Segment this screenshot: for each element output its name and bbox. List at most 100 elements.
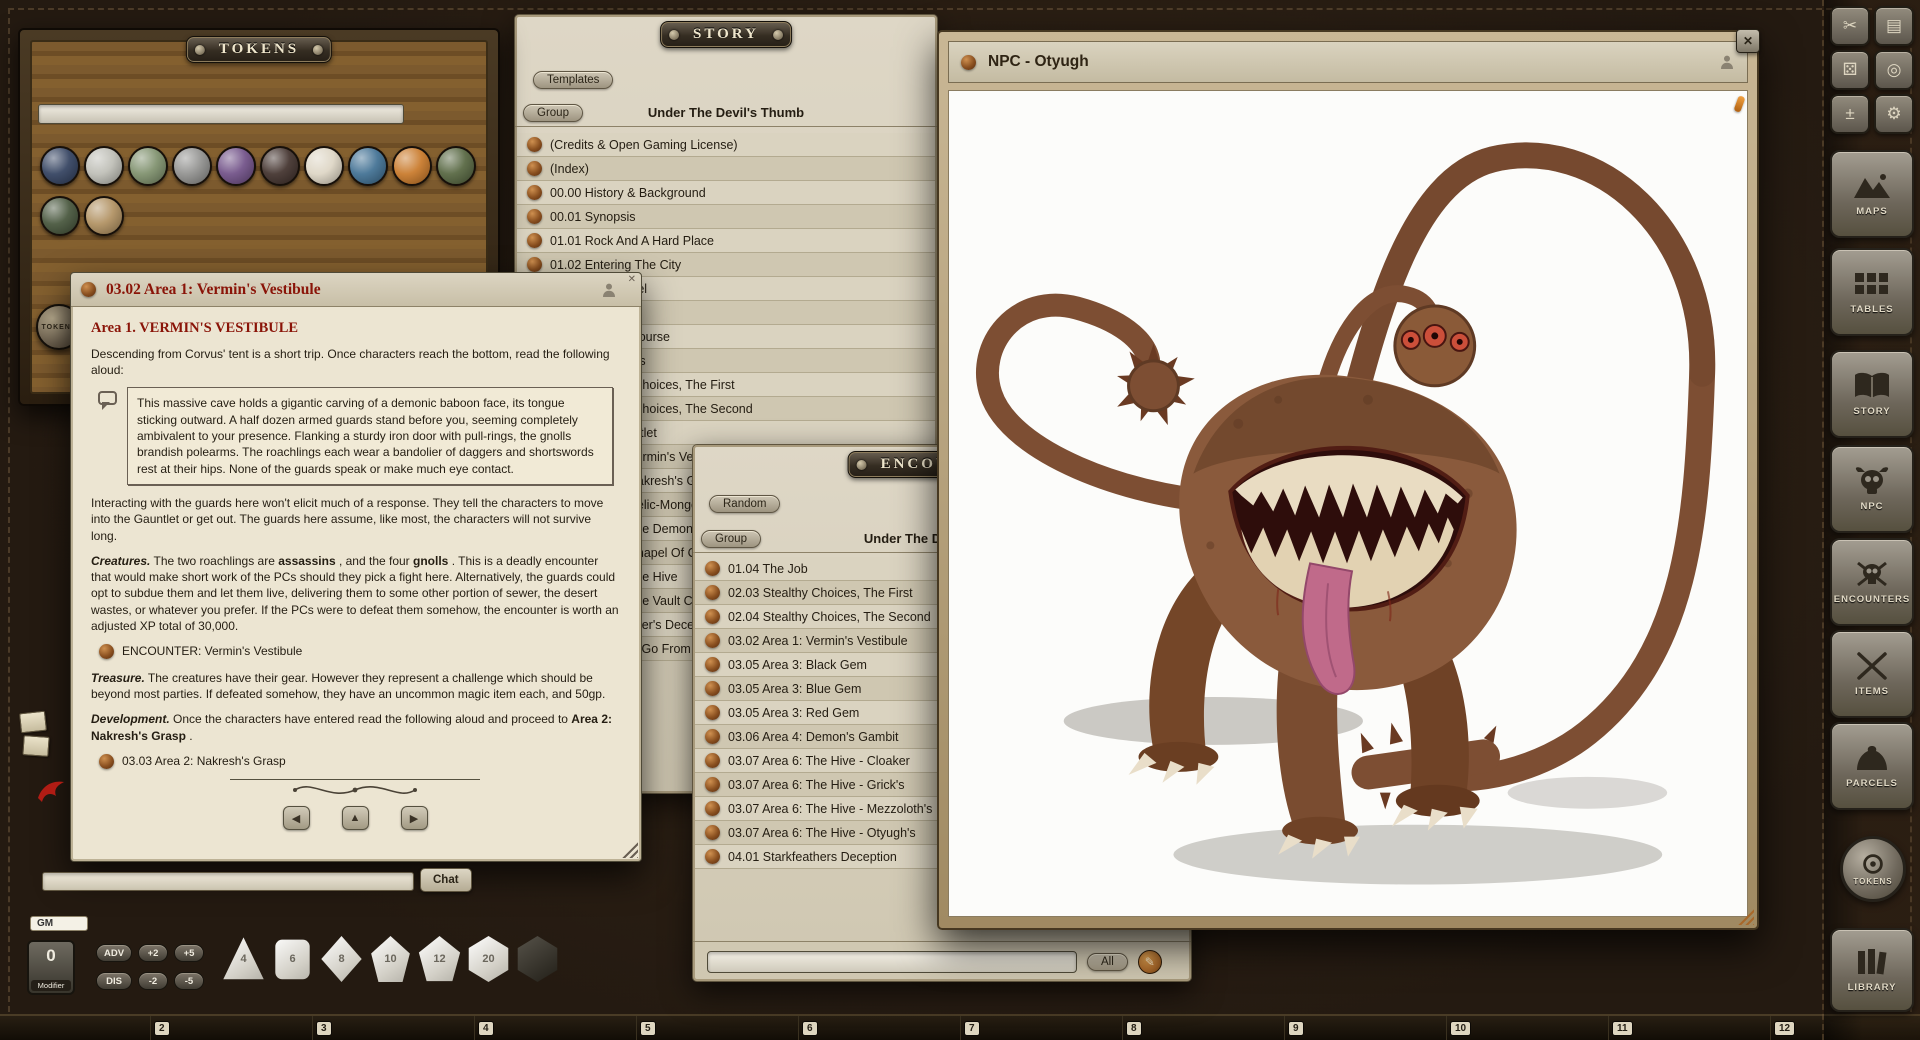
minus2-button[interactable]: -2 <box>138 972 168 990</box>
d4-die[interactable]: 4 <box>222 936 265 982</box>
gnolls-link[interactable]: gnolls <box>413 554 448 568</box>
templates-button[interactable]: Templates <box>533 71 613 89</box>
close-button[interactable]: ✕ <box>1736 29 1760 53</box>
story-list-item[interactable]: 01.01 Rock And A Hard Place <box>517 229 935 253</box>
story-list-item[interactable]: 00.01 Synopsis <box>517 205 935 229</box>
token-portrait[interactable] <box>84 196 124 236</box>
story-list-item[interactable]: 00.00 History & Background <box>517 181 935 205</box>
link-ball-icon[interactable] <box>705 729 720 744</box>
link-ball-icon[interactable] <box>527 257 542 272</box>
link-ball-icon[interactable] <box>705 801 720 816</box>
link-ball-icon[interactable] <box>705 681 720 696</box>
mini-button[interactable]: ⚄ <box>1830 50 1870 90</box>
random-button[interactable]: Random <box>709 495 780 513</box>
hotkey-slot[interactable]: 3 <box>312 1016 474 1040</box>
modifier-box[interactable]: 0 Modifier <box>27 940 75 995</box>
plus5-button[interactable]: +5 <box>174 944 204 962</box>
up-page-button[interactable]: ▲ <box>342 806 369 830</box>
d12-die[interactable]: 12 <box>418 936 461 982</box>
chat-entry-input[interactable] <box>42 872 414 891</box>
red-dragon-pointer-icon[interactable] <box>36 778 66 804</box>
hotkey-slot[interactable]: 8 <box>1122 1016 1284 1040</box>
mini-button[interactable]: ✂ <box>1830 6 1870 46</box>
mini-button[interactable]: ± <box>1830 94 1870 134</box>
mini-button[interactable]: ◎ <box>1874 50 1914 90</box>
sidebar-tab-maps[interactable]: MAPS <box>1830 150 1914 238</box>
link-ball-icon[interactable] <box>527 185 542 200</box>
token-portrait[interactable] <box>172 146 212 186</box>
npc-link-ball-icon[interactable] <box>961 55 976 70</box>
chat-tab[interactable]: Chat <box>420 868 472 892</box>
token-portrait[interactable] <box>216 146 256 186</box>
next-page-button[interactable]: ▶ <box>401 806 428 830</box>
shared-person-icon[interactable] <box>1719 54 1735 70</box>
d8-die[interactable]: 8 <box>320 936 363 982</box>
npc-window[interactable]: NPC - Otyugh <box>937 30 1759 930</box>
edit-pencil-icon[interactable]: ✎ <box>1138 950 1162 974</box>
token-portrait[interactable] <box>84 146 124 186</box>
link-ball-icon[interactable] <box>705 705 720 720</box>
story-list-item[interactable]: (Credits & Open Gaming License) <box>517 133 935 157</box>
hotkey-slot[interactable]: 9 <box>1284 1016 1446 1040</box>
encounter-search-input[interactable] <box>707 951 1077 973</box>
token-portrait[interactable] <box>392 146 432 186</box>
d20-die[interactable]: 20 <box>467 936 510 982</box>
link-ball-icon[interactable] <box>705 585 720 600</box>
sidebar-tab-npc[interactable]: NPC <box>1830 445 1914 533</box>
sidebar-tab-story[interactable]: STORY <box>1830 350 1914 438</box>
hotkey-slot[interactable]: 10 <box>1446 1016 1608 1040</box>
sidebar-tab-tokens[interactable]: TOKENS <box>1840 836 1906 902</box>
note-paper-icon[interactable] <box>19 711 47 734</box>
link-ball-icon[interactable] <box>705 633 720 648</box>
story-link-ball-icon[interactable] <box>81 282 96 297</box>
link-ball-icon[interactable] <box>705 849 720 864</box>
mini-button[interactable]: ⚙ <box>1874 94 1914 134</box>
disadvantage-button[interactable]: DIS <box>96 972 132 990</box>
mini-button[interactable]: ▤ <box>1874 6 1914 46</box>
story-list-item[interactable]: (Index) <box>517 157 935 181</box>
link-ball-icon[interactable] <box>527 233 542 248</box>
plus2-button[interactable]: +2 <box>138 944 168 962</box>
sidebar-tab-library[interactable]: LIBRARY <box>1830 928 1914 1012</box>
token-portrait[interactable] <box>436 146 476 186</box>
link-ball-icon[interactable] <box>705 657 720 672</box>
sidebar-tab-items[interactable]: ITEMS <box>1830 630 1914 718</box>
sidebar-tab-tables[interactable]: TABLES <box>1830 248 1914 336</box>
link-ball-icon[interactable] <box>99 644 114 659</box>
next-story-link-row[interactable]: 03.03 Area 2: Nakresh's Grasp <box>99 753 619 769</box>
encounter-link-row[interactable]: ENCOUNTER: Vermin's Vestibule <box>99 643 619 659</box>
story-entry-header[interactable]: 03.02 Area 1: Vermin's Vestibule ✕ <box>71 273 641 307</box>
d6-die[interactable]: 6 <box>271 936 314 982</box>
shared-person-icon[interactable] <box>601 282 617 298</box>
dark-die[interactable] <box>516 936 559 982</box>
close-icon[interactable]: ✕ <box>628 274 636 285</box>
sidebar-tab-encounters[interactable]: ENCOUNTERS <box>1830 538 1914 626</box>
gm-identity-label[interactable]: GM <box>30 916 88 931</box>
hotkey-slot[interactable]: 2 <box>150 1016 312 1040</box>
token-portrait[interactable] <box>40 196 80 236</box>
minus5-button[interactable]: -5 <box>174 972 204 990</box>
prev-page-button[interactable]: ◀ <box>283 806 310 830</box>
note-paper-icon[interactable] <box>22 735 49 757</box>
d10-die[interactable]: 10 <box>369 936 412 982</box>
link-ball-icon[interactable] <box>705 753 720 768</box>
sidebar-tab-parcels[interactable]: PARCELS <box>1830 722 1914 810</box>
hotkey-slot[interactable]: 5 <box>636 1016 798 1040</box>
hotkey-slot[interactable]: 6 <box>798 1016 960 1040</box>
link-ball-icon[interactable] <box>705 561 720 576</box>
encounter-group-button[interactable]: Group <box>701 530 761 548</box>
hotkey-slot[interactable]: 11 <box>1608 1016 1770 1040</box>
advantage-button[interactable]: ADV <box>96 944 132 962</box>
token-portrait[interactable] <box>128 146 168 186</box>
token-portrait[interactable] <box>304 146 344 186</box>
npc-titlebar[interactable]: NPC - Otyugh <box>948 41 1748 83</box>
token-portrait[interactable] <box>260 146 300 186</box>
token-portrait[interactable] <box>40 146 80 186</box>
story-group-button[interactable]: Group <box>523 104 583 122</box>
assassins-link[interactable]: assassins <box>278 554 335 568</box>
hotkey-slot[interactable]: 4 <box>474 1016 636 1040</box>
story-entry-window[interactable]: 03.02 Area 1: Vermin's Vestibule ✕ Area … <box>70 272 642 862</box>
link-ball-icon[interactable] <box>705 825 720 840</box>
filter-all-button[interactable]: All <box>1087 953 1128 971</box>
link-ball-icon[interactable] <box>527 161 542 176</box>
